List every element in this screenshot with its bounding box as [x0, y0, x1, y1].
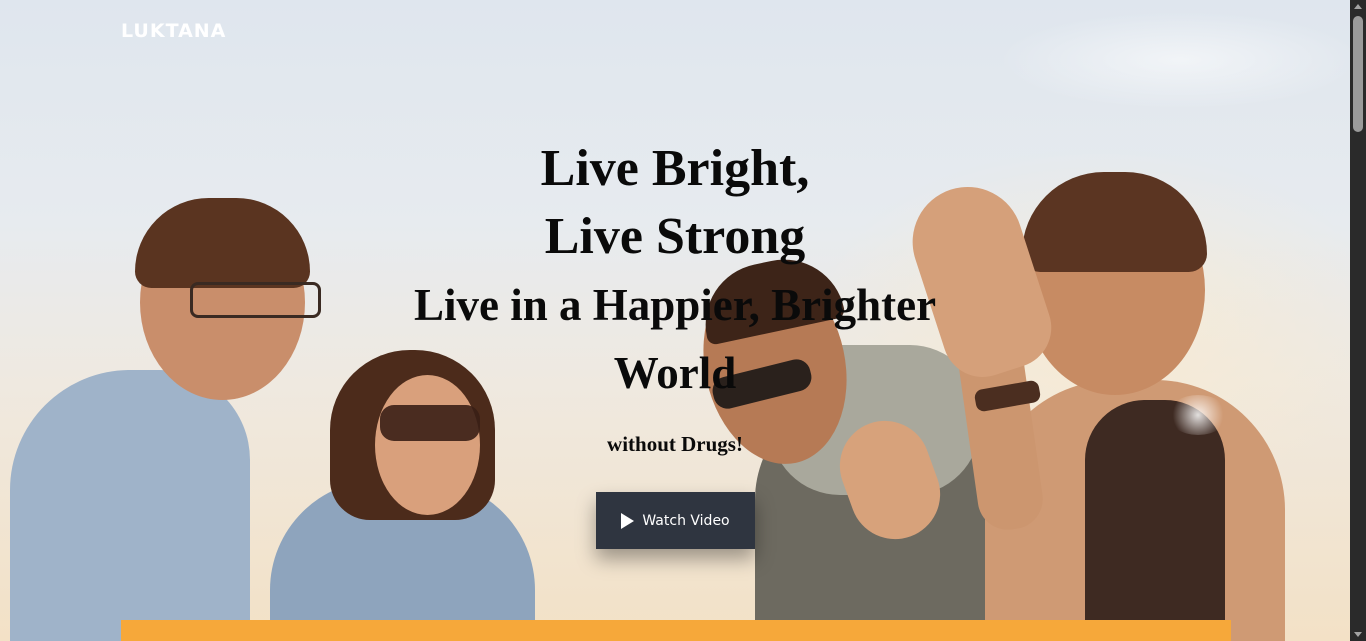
watch-video-label: Watch Video	[642, 512, 730, 529]
headline-line: Live Bright,	[540, 140, 810, 197]
headline-line: World	[613, 348, 737, 398]
play-icon	[621, 512, 635, 529]
hero-section: LUKTANA Live Bright, Live Strong Live in…	[0, 0, 1350, 641]
hero-photo-person	[1022, 172, 1207, 272]
watch-video-button[interactable]: Watch Video	[596, 492, 755, 549]
lens-flare	[1168, 395, 1228, 435]
hero-photo-person	[10, 370, 250, 641]
page-scrollbar[interactable]	[1350, 0, 1366, 641]
hero-photo-person	[135, 198, 310, 288]
scrollbar-thumb[interactable]	[1353, 16, 1363, 132]
headline-line: Live in a Happier, Brighter	[413, 280, 937, 330]
hero-headline: Live Bright, Live Strong Live in a Happi…	[330, 135, 1020, 407]
scroll-up-arrow-icon[interactable]	[1354, 4, 1362, 9]
headline-line: Live Strong	[544, 208, 806, 265]
hero-photo-person	[190, 282, 321, 318]
scroll-down-arrow-icon[interactable]	[1354, 632, 1362, 637]
hero-photo-person	[1085, 400, 1225, 641]
hero-tagline: without Drugs!	[607, 432, 743, 456]
accent-bar	[121, 620, 1231, 641]
hero-photo-person	[380, 405, 480, 441]
brand-logo[interactable]: LUKTANA	[121, 20, 226, 42]
